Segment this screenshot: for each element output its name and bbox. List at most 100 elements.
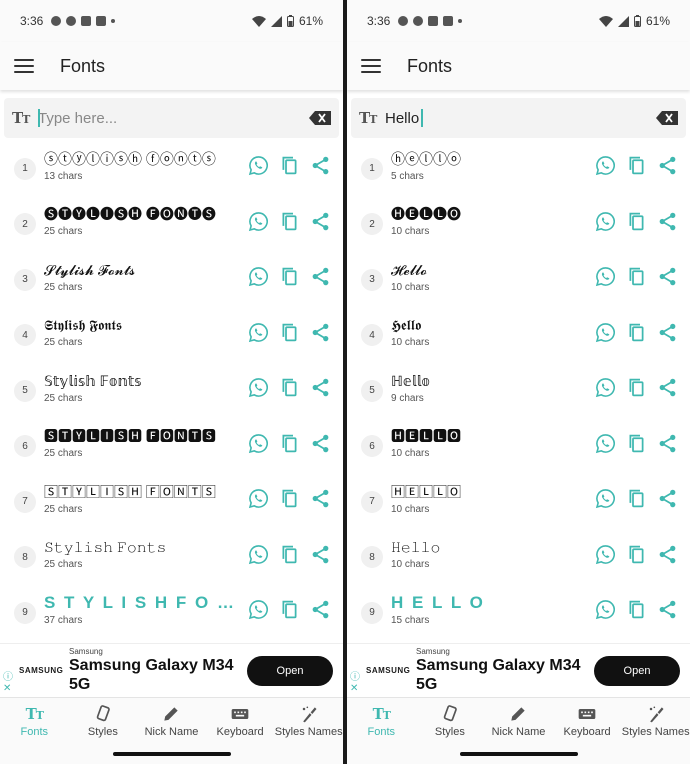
copy-icon[interactable] [626,377,647,398]
styled-text[interactable]: 🄷🄴🄻🄻🄾 [391,483,581,501]
copy-icon[interactable] [279,155,300,176]
share-icon[interactable] [657,155,678,176]
share-icon[interactable] [310,599,331,620]
share-icon[interactable] [310,211,331,232]
font-style-row[interactable]: 4 𝕾𝖙𝖞𝖑𝖎𝖘𝖍 𝕱𝖔𝖓𝖙𝖘 25 chars [0,305,343,361]
font-style-row[interactable]: 8 𝚂𝚝𝚢𝚕𝚒𝚜𝚑 𝙵𝚘𝚗𝚝𝚜 25 chars [0,527,343,583]
backspace-clear-icon[interactable] [309,111,331,125]
copy-icon[interactable] [279,599,300,620]
copy-icon[interactable] [626,155,647,176]
styled-text[interactable]: 🅷🅴🅻🅻🅾 [391,427,581,445]
whatsapp-share-icon[interactable] [595,322,616,343]
styled-text[interactable]: 𝕾𝖙𝖞𝖑𝖎𝖘𝖍 𝕱𝖔𝖓𝖙𝖘 [44,316,234,334]
whatsapp-share-icon[interactable] [595,544,616,565]
copy-icon[interactable] [279,433,300,454]
font-style-row[interactable]: 3 𝓢𝓽𝔂𝓵𝓲𝓼𝓱 𝓕𝓸𝓷𝓽𝓼 25 chars [0,249,343,305]
styled-text[interactable]: 𝓢𝓽𝔂𝓵𝓲𝓼𝓱 𝓕𝓸𝓷𝓽𝓼 [44,261,234,279]
whatsapp-share-icon[interactable] [248,266,269,287]
ad-open-button[interactable]: Open [247,655,333,686]
ad-info-icon[interactable]: ⓘ ✕ [350,672,360,694]
whatsapp-share-icon[interactable] [595,266,616,287]
font-style-row[interactable]: 1 ⓢⓣⓨⓛⓘⓢⓗ ⓕⓞⓝⓣⓢ 13 chars [0,138,343,194]
share-icon[interactable] [657,266,678,287]
share-icon[interactable] [657,599,678,620]
share-icon[interactable] [657,433,678,454]
copy-icon[interactable] [279,211,300,232]
font-style-row[interactable]: 6 🅷🅴🅻🅻🅾 10 chars [347,416,690,472]
share-icon[interactable] [657,544,678,565]
styled-text[interactable]: 🅢🅣🅨🅛🅘🅢🅗 🅕🅞🅝🅣🅢 [44,205,234,223]
copy-icon[interactable] [626,266,647,287]
copy-icon[interactable] [279,266,300,287]
copy-icon[interactable] [626,544,647,565]
ad-banner[interactable]: ⓘ ✕ SAMSUNG Samsung Samsung Galaxy M34 5G… [347,643,690,697]
whatsapp-share-icon[interactable] [595,155,616,176]
share-icon[interactable] [310,266,331,287]
whatsapp-share-icon[interactable] [595,377,616,398]
share-icon[interactable] [310,488,331,509]
font-style-row[interactable]: 5 𝕊𝕥𝕪𝕝𝕚𝕤𝕙 𝔽𝕠𝕟𝕥𝕤 25 chars [0,360,343,416]
copy-icon[interactable] [279,377,300,398]
styled-text[interactable]: 𝕳𝖊𝖑𝖑𝖔 [391,316,581,334]
font-style-row[interactable]: 2 🅗🅔🅛🅛🅞 10 chars [347,194,690,250]
font-style-row[interactable]: 1 ⓗⓔⓛⓛⓞ 5 chars [347,138,690,194]
copy-icon[interactable] [626,322,647,343]
font-style-row[interactable]: 3 𝓗𝓮𝓵𝓵𝓸 10 chars [347,249,690,305]
styled-text[interactable]: ⓗⓔⓛⓛⓞ [391,150,581,168]
ad-banner[interactable]: ⓘ ✕ SAMSUNG Samsung Samsung Galaxy M34 5G… [0,643,343,697]
ad-info-icon[interactable]: ⓘ ✕ [3,672,13,694]
copy-icon[interactable] [626,211,647,232]
whatsapp-share-icon[interactable] [248,488,269,509]
whatsapp-share-icon[interactable] [248,377,269,398]
ad-open-button[interactable]: Open [594,655,680,686]
nav-styles-names[interactable]: Styles Names [621,698,690,743]
font-style-row[interactable]: 9 H E L L O 15 chars [347,582,690,638]
nav-styles[interactable]: Styles [416,698,485,743]
share-icon[interactable] [657,211,678,232]
whatsapp-share-icon[interactable] [248,544,269,565]
styled-text[interactable]: S T Y L I S H F O N T S [44,594,234,612]
menu-icon[interactable] [14,59,34,73]
font-style-row[interactable]: 8 𝙷𝚎𝚕𝚕𝚘 10 chars [347,527,690,583]
share-icon[interactable] [657,377,678,398]
whatsapp-share-icon[interactable] [248,433,269,454]
copy-icon[interactable] [626,488,647,509]
styled-text[interactable]: ⓢⓣⓨⓛⓘⓢⓗ ⓕⓞⓝⓣⓢ [44,150,234,168]
menu-icon[interactable] [361,59,381,73]
share-icon[interactable] [310,322,331,343]
styled-text[interactable]: 𝙷𝚎𝚕𝚕𝚘 [391,538,581,556]
font-style-row[interactable]: 4 𝕳𝖊𝖑𝖑𝖔 10 chars [347,305,690,361]
font-style-row[interactable]: 2 🅢🅣🅨🅛🅘🅢🅗 🅕🅞🅝🅣🅢 25 chars [0,194,343,250]
whatsapp-share-icon[interactable] [248,211,269,232]
whatsapp-share-icon[interactable] [595,599,616,620]
styled-text[interactable]: 🅗🅔🅛🅛🅞 [391,205,581,223]
font-style-row[interactable]: 9 S T Y L I S H F O N T S 37 chars [0,582,343,638]
font-style-row[interactable]: 5 ℍ𝕖𝕝𝕝𝕠 9 chars [347,360,690,416]
whatsapp-share-icon[interactable] [595,433,616,454]
copy-icon[interactable] [279,544,300,565]
copy-icon[interactable] [626,599,647,620]
nav-keyboard[interactable]: Keyboard [553,698,622,743]
font-style-row[interactable]: 6 🆂🆃🆈🅻🅸🆂🅷 🅵🅾🅽🆃🆂 25 chars [0,416,343,472]
styled-text[interactable]: 𝚂𝚝𝚢𝚕𝚒𝚜𝚑 𝙵𝚘𝚗𝚝𝚜 [44,538,234,556]
whatsapp-share-icon[interactable] [248,155,269,176]
share-icon[interactable] [310,433,331,454]
styled-text[interactable]: ℍ𝕖𝕝𝕝𝕠 [391,372,581,390]
share-icon[interactable] [310,377,331,398]
share-icon[interactable] [657,488,678,509]
share-icon[interactable] [310,544,331,565]
nav-nick-name[interactable]: Nick Name [137,698,206,743]
styled-text[interactable]: 🆂🆃🆈🅻🅸🆂🅷 🅵🅾🅽🆃🆂 [44,427,234,445]
nav-styles[interactable]: Styles [69,698,138,743]
styled-text[interactable]: 𝓗𝓮𝓵𝓵𝓸 [391,261,581,279]
share-icon[interactable] [657,322,678,343]
whatsapp-share-icon[interactable] [595,211,616,232]
nav-nick-name[interactable]: Nick Name [484,698,553,743]
nav-fonts[interactable]: TT Fonts [0,698,69,743]
nav-fonts[interactable]: TT Fonts [347,698,416,743]
styled-text[interactable]: H E L L O [391,594,581,612]
styled-text[interactable]: 𝕊𝕥𝕪𝕝𝕚𝕤𝕙 𝔽𝕠𝕟𝕥𝕤 [44,372,234,390]
nav-keyboard[interactable]: Keyboard [206,698,275,743]
font-style-row[interactable]: 7 🄷🄴🄻🄻🄾 10 chars [347,471,690,527]
share-icon[interactable] [310,155,331,176]
